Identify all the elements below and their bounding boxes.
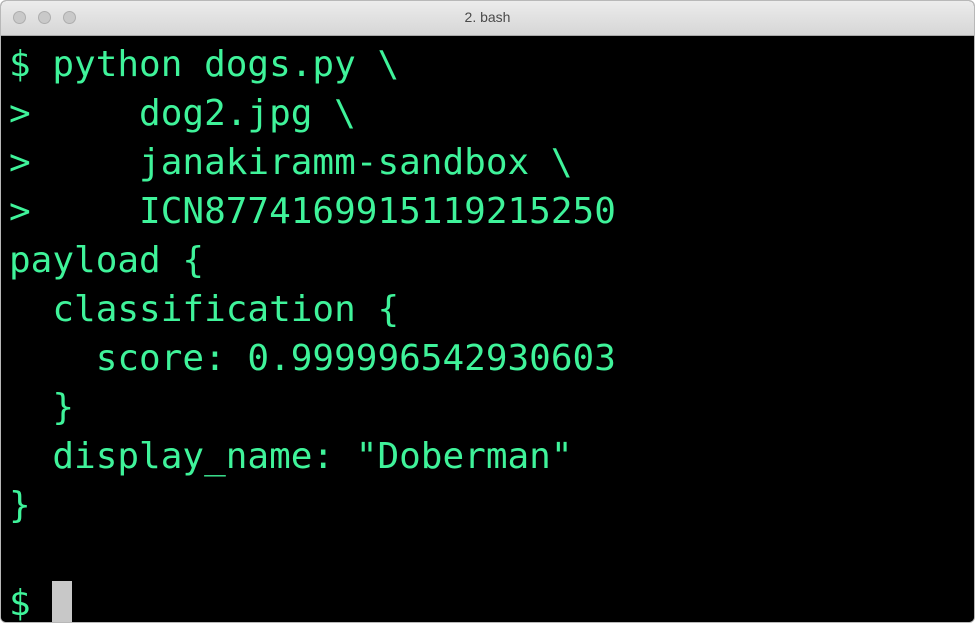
- terminal-line-payload-close: }: [9, 485, 31, 526]
- terminal-line-classification-close: }: [9, 387, 75, 428]
- terminal-line-payload-open: payload {: [9, 240, 205, 281]
- title-bar[interactable]: 2. bash: [1, 1, 974, 36]
- terminal-prompt-line[interactable]: $: [9, 579, 974, 623]
- terminal-line-classification-open: classification {: [9, 289, 400, 330]
- terminal-line-score: score: 0.999996542930603: [9, 338, 616, 379]
- terminal-line-image-arg: > dog2.jpg \: [9, 93, 356, 134]
- prompt-text: $: [9, 583, 53, 623]
- window-title: 2. bash: [464, 9, 511, 25]
- terminal-cursor: [52, 581, 73, 622]
- terminal-line-display-name: display_name: "Doberman": [9, 436, 573, 477]
- terminal-line-model-arg: > ICN8774169915119215250: [9, 191, 616, 232]
- terminal-window: 2. bash $ python dogs.py \ > dog2.jpg \ …: [0, 0, 975, 623]
- terminal-output[interactable]: $ python dogs.py \ > dog2.jpg \ > janaki…: [1, 36, 974, 622]
- terminal-line-command: $ python dogs.py \: [9, 44, 400, 85]
- terminal-line-project-arg: > janakiramm-sandbox \: [9, 142, 573, 183]
